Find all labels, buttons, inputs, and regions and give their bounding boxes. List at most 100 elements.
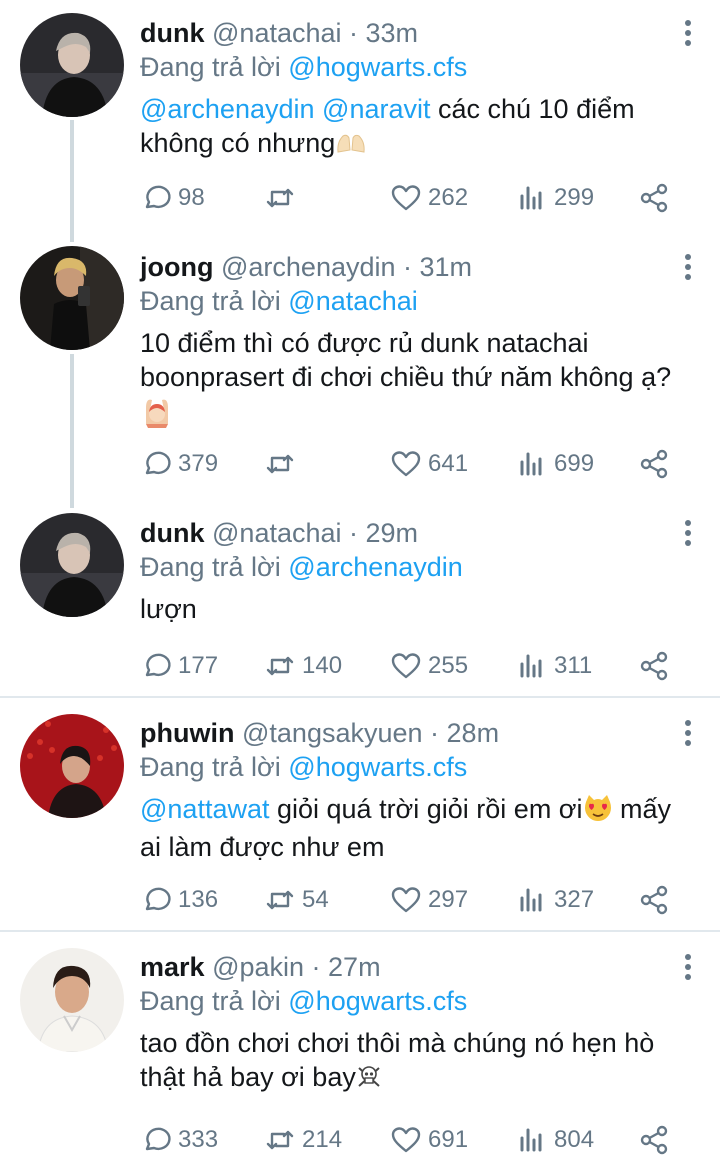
like-button[interactable]: 297 (390, 882, 468, 918)
share-button[interactable] (638, 180, 676, 216)
views-button[interactable]: 299 (516, 180, 594, 216)
reply-button[interactable]: 136 (140, 882, 218, 918)
reply-button[interactable]: 333 (140, 1122, 218, 1158)
separator-dot: · (304, 952, 329, 982)
user-handle[interactable]: @natachai (212, 18, 342, 48)
speech-bubble-icon (140, 448, 172, 480)
bar-chart-icon (516, 448, 548, 480)
reply-count: 379 (178, 450, 219, 477)
retweet-button[interactable] (264, 180, 302, 216)
separator-dot: · (422, 718, 447, 748)
tweet-header: dunk @natachai · 33m (140, 16, 700, 50)
timestamp[interactable]: 29m (366, 518, 419, 548)
avatar[interactable] (20, 13, 124, 117)
avatar[interactable] (20, 246, 124, 350)
tweet-text-line: không có nhưng (140, 128, 336, 158)
reply-button[interactable]: 379 (140, 446, 218, 482)
share-icon (638, 884, 670, 916)
tweet[interactable]: mark @pakin · 27m Đang trả lời @hogwarts… (0, 932, 720, 1164)
avatar[interactable] (20, 513, 124, 617)
mention-link[interactable]: @nattawat (140, 794, 269, 824)
display-name[interactable]: mark (140, 952, 205, 982)
replying-to-link[interactable]: @hogwarts.cfs (288, 52, 467, 82)
replying-to-link[interactable]: @hogwarts.cfs (288, 986, 467, 1016)
like-button[interactable]: 691 (390, 1122, 468, 1158)
display-name[interactable]: dunk (140, 518, 205, 548)
retweet-icon (264, 1124, 296, 1156)
tweet-header: phuwin @tangsakyuen · 28m (140, 716, 700, 750)
avatar[interactable] (20, 948, 124, 1052)
timestamp[interactable]: 31m (420, 252, 473, 282)
retweet-button[interactable]: 54 (264, 882, 329, 918)
retweet-button[interactable]: 140 (264, 648, 342, 684)
more-options-icon[interactable] (682, 720, 694, 750)
tweet-text-line: 10 điểm thì có được rủ dunk natachai (140, 328, 589, 358)
replying-to-link[interactable]: @natachai (288, 286, 418, 316)
display-name[interactable]: dunk (140, 18, 205, 48)
replying-to: Đang trả lời @hogwarts.cfs (140, 750, 700, 784)
retweet-icon (264, 448, 296, 480)
action-bar: 333 214 691 804 (140, 1122, 700, 1158)
share-button[interactable] (638, 1122, 676, 1158)
views-button[interactable]: 327 (516, 882, 594, 918)
like-count: 691 (428, 1126, 469, 1153)
retweet-count: 140 (302, 652, 343, 679)
like-button[interactable]: 255 (390, 648, 468, 684)
share-button[interactable] (638, 882, 676, 918)
view-count: 299 (554, 184, 595, 211)
views-button[interactable]: 804 (516, 1122, 594, 1158)
more-options-icon[interactable] (682, 520, 694, 550)
like-count: 262 (428, 184, 469, 211)
retweet-button[interactable]: 214 (264, 1122, 342, 1158)
replying-to-label: Đang trả lời (140, 986, 281, 1016)
replying-to-link[interactable]: @hogwarts.cfs (288, 752, 467, 782)
heart-icon (390, 182, 422, 214)
tweet-text: 10 điểm thì có được rủ dunk natachai boo… (140, 326, 700, 436)
tweet[interactable]: dunk @natachai · 33m Đang trả lời @hogwa… (0, 0, 720, 240)
action-bar: 136 54 297 327 (140, 882, 700, 918)
tweet[interactable]: phuwin @tangsakyuen · 28m Đang trả lời @… (0, 698, 720, 930)
mention-link[interactable]: @naravit (322, 94, 430, 124)
display-name[interactable]: phuwin (140, 718, 234, 748)
retweet-button[interactable] (264, 446, 302, 482)
like-button[interactable]: 262 (390, 180, 468, 216)
share-button[interactable] (638, 648, 676, 684)
reply-button[interactable]: 177 (140, 648, 218, 684)
more-options-icon[interactable] (682, 20, 694, 50)
timestamp[interactable]: 33m (366, 18, 419, 48)
timestamp[interactable]: 27m (328, 952, 381, 982)
user-handle[interactable]: @tangsakyuen (242, 718, 423, 748)
timestamp[interactable]: 28m (447, 718, 500, 748)
retweet-icon (264, 182, 296, 214)
heart-icon (390, 1124, 422, 1156)
avatar[interactable] (20, 714, 124, 818)
more-options-icon[interactable] (682, 254, 694, 284)
view-count: 311 (554, 652, 593, 679)
tweet[interactable]: joong @archenaydin · 31m Đang trả lời @n… (0, 240, 720, 508)
views-button[interactable]: 699 (516, 446, 594, 482)
like-count: 255 (428, 652, 469, 679)
user-handle[interactable]: @archenaydin (221, 252, 396, 282)
heart-icon (390, 884, 422, 916)
speech-bubble-icon (140, 884, 172, 916)
views-button[interactable]: 311 (516, 648, 592, 684)
heart-icon (390, 448, 422, 480)
replying-to: Đang trả lời @archenaydin (140, 550, 700, 584)
tweet-text-line: tao đồn chơi chơi thôi mà chúng nó hẹn h… (140, 1028, 655, 1058)
action-bar: 177 140 255 311 (140, 648, 700, 684)
share-button[interactable] (638, 446, 676, 482)
user-handle[interactable]: @natachai (212, 518, 342, 548)
display-name[interactable]: joong (140, 252, 213, 282)
replying-to-link[interactable]: @archenaydin (288, 552, 463, 582)
more-options-icon[interactable] (682, 954, 694, 984)
tweet-header: mark @pakin · 27m (140, 950, 700, 984)
tweet[interactable]: dunk @natachai · 29m Đang trả lời @arche… (0, 508, 720, 696)
user-handle[interactable]: @pakin (212, 952, 304, 982)
reply-count: 98 (178, 184, 205, 211)
separator-dot: · (341, 18, 366, 48)
like-button[interactable]: 641 (390, 446, 468, 482)
mention-link[interactable]: @archenaydin (140, 94, 315, 124)
tweet-text-line: mấy (612, 794, 672, 824)
retweet-icon (264, 884, 296, 916)
reply-button[interactable]: 98 (140, 180, 205, 216)
